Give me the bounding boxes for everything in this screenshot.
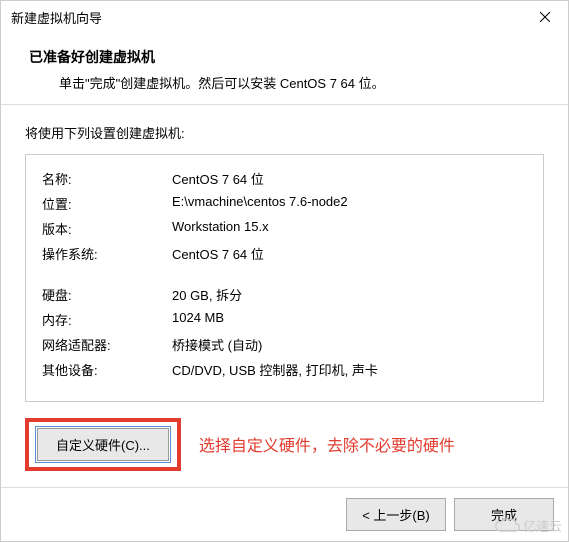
dialog-title: 新建虚拟机向导 <box>11 8 102 27</box>
close-button[interactable] <box>522 1 568 33</box>
header-title: 已准备好创建虚拟机 <box>29 47 540 67</box>
finish-button[interactable]: 完成 <box>454 498 554 531</box>
titlebar: 新建虚拟机向导 <box>1 1 568 33</box>
summary-val: Workstation 15.x <box>172 219 527 238</box>
summary-row: 操作系统:CentOS 7 64 位 <box>42 244 527 263</box>
summary-key: 位置: <box>42 194 172 213</box>
summary-key: 内存: <box>42 310 172 329</box>
summary-key: 版本: <box>42 219 172 238</box>
new-vm-wizard-dialog: 新建虚拟机向导 已准备好创建虚拟机 单击"完成"创建虚拟机。然后可以安装 Cen… <box>0 0 569 542</box>
annotation-text: 选择自定义硬件，去除不必要的硬件 <box>199 432 455 456</box>
summary-key: 硬盘: <box>42 285 172 304</box>
wizard-header: 已准备好创建虚拟机 单击"完成"创建虚拟机。然后可以安装 CentOS 7 64… <box>1 33 568 104</box>
summary-val: 20 GB, 拆分 <box>172 285 527 304</box>
annotation-highlight-box: 自定义硬件(C)... <box>25 418 181 471</box>
summary-key: 操作系统: <box>42 244 172 263</box>
summary-row: 其他设备:CD/DVD, USB 控制器, 打印机, 声卡 <box>42 360 527 379</box>
settings-intro: 将使用下列设置创建虚拟机: <box>25 123 544 142</box>
summary-val: CD/DVD, USB 控制器, 打印机, 声卡 <box>172 360 527 379</box>
back-button[interactable]: < 上一步(B) <box>346 498 446 531</box>
wizard-body: 将使用下列设置创建虚拟机: 名称:CentOS 7 64 位 位置:E:\vma… <box>1 105 568 481</box>
summary-val: E:\vmachine\centos 7.6-node2 <box>172 194 527 213</box>
summary-key: 其他设备: <box>42 360 172 379</box>
summary-key: 名称: <box>42 169 172 188</box>
summary-val: 1024 MB <box>172 310 527 329</box>
summary-val: 桥接模式 (自动) <box>172 335 527 354</box>
summary-key: 网络适配器: <box>42 335 172 354</box>
summary-row: 位置:E:\vmachine\centos 7.6-node2 <box>42 194 527 213</box>
summary-val: CentOS 7 64 位 <box>172 169 527 188</box>
summary-val: CentOS 7 64 位 <box>172 244 527 263</box>
settings-summary-box: 名称:CentOS 7 64 位 位置:E:\vmachine\centos 7… <box>25 154 544 402</box>
summary-row: 内存:1024 MB <box>42 310 527 329</box>
summary-row: 名称:CentOS 7 64 位 <box>42 169 527 188</box>
wizard-footer: < 上一步(B) 完成 亿速云 <box>1 487 568 541</box>
customize-hardware-button[interactable]: 自定义硬件(C)... <box>37 428 169 461</box>
summary-row: 版本:Workstation 15.x <box>42 219 527 238</box>
header-subtitle: 单击"完成"创建虚拟机。然后可以安装 CentOS 7 64 位。 <box>29 73 540 92</box>
summary-row: 网络适配器:桥接模式 (自动) <box>42 335 527 354</box>
summary-row: 硬盘:20 GB, 拆分 <box>42 285 527 304</box>
close-icon <box>540 12 550 22</box>
